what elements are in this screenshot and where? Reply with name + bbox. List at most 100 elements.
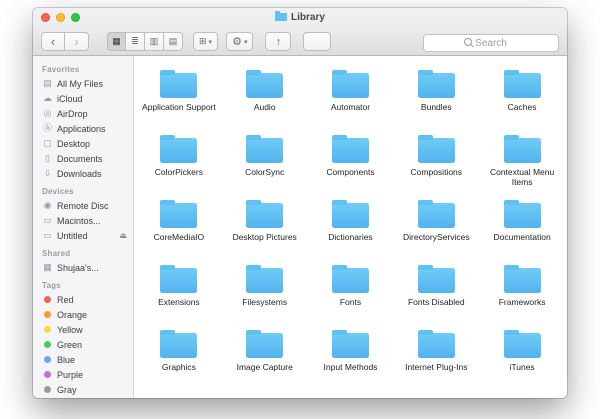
folder-item-fonts-disabled[interactable]: Fonts Disabled: [393, 257, 479, 322]
sidebar-item-blue[interactable]: Blue: [33, 352, 133, 367]
folder-icon: [160, 135, 198, 163]
sidebar-item-yellow[interactable]: Yellow: [33, 322, 133, 337]
coverflow-view-button[interactable]: ▤: [164, 32, 183, 51]
sidebar-item-label: Applications: [57, 123, 106, 134]
chevron-down-icon: ▾: [243, 38, 248, 46]
applications-icon: Ⓐ: [42, 123, 52, 133]
window-title: Library: [291, 12, 325, 23]
sidebar-item-remote-disc[interactable]: ◉ Remote Disc: [33, 198, 133, 213]
sidebar-item-airdrop[interactable]: ◎ AirDrop: [33, 106, 133, 121]
folder-icon: [503, 70, 541, 98]
forward-icon: ›: [74, 34, 79, 49]
sidebar-section-title: Tags: [42, 281, 61, 290]
sidebar-item-label: Downloads: [57, 168, 102, 179]
folder-item-components[interactable]: Components: [308, 127, 394, 192]
documents-icon: ▯: [45, 153, 50, 163]
folder-icon: [160, 330, 198, 358]
folder-item-coremediaio[interactable]: CoreMediaIO: [136, 192, 222, 257]
sidebar-item-icloud[interactable]: ☁ iCloud: [33, 91, 133, 106]
sidebar-section: Devices ◉ Remote Disc ▭ Macintos... ▭ Untitled…: [33, 181, 133, 243]
folder-item-bundles[interactable]: Bundles: [393, 62, 479, 127]
sidebar-item-red[interactable]: Red: [33, 292, 133, 307]
arrange-icon: ⊞: [199, 36, 207, 46]
title-bar[interactable]: Library: [33, 8, 567, 28]
folder-item-automator[interactable]: Automator: [308, 62, 394, 127]
list-view-button[interactable]: ≣: [126, 32, 145, 51]
folder-item-desktop-pictures[interactable]: Desktop Pictures: [222, 192, 308, 257]
sidebar-item-documents[interactable]: ▯ Documents: [33, 151, 133, 166]
folder-item-compositions[interactable]: Compositions: [393, 127, 479, 192]
sidebar-item-gray[interactable]: Gray: [33, 382, 133, 397]
sidebar: Favorites ▤ All My Files ☁ iCloud ◎ AirDrop Ⓐ Ap…: [33, 56, 134, 398]
folder-label: Automator: [330, 102, 371, 112]
sidebar-item-desktop[interactable]: ▢ Desktop: [33, 136, 133, 151]
folder-item-application-support[interactable]: Application Support: [136, 62, 222, 127]
back-button[interactable]: ‹: [41, 32, 65, 51]
folder-icon: [331, 330, 369, 358]
sidebar-section-title: Favorites: [42, 65, 80, 74]
folder-label: ColorPickers: [154, 167, 203, 177]
sidebar-item-downloads[interactable]: ⇩ Downloads: [33, 166, 133, 181]
action-button[interactable]: ⚙ ▾: [226, 32, 254, 51]
sidebar-item-all-my-files[interactable]: ▤ All My Files: [33, 76, 133, 91]
column-view-button[interactable]: ▥: [145, 32, 164, 51]
folder-item-contextual-menu-items[interactable]: Contextual Menu Items: [479, 127, 565, 192]
sidebar-item-untitled[interactable]: ▭ Untitled ⏏: [33, 228, 133, 243]
share-button[interactable]: ↑: [265, 32, 292, 51]
sidebar-item-label: Yellow: [57, 324, 83, 335]
folder-item-input-methods[interactable]: Input Methods: [308, 322, 394, 387]
folder-label: iTunes: [509, 362, 535, 372]
eject-icon[interactable]: ⏏: [119, 231, 133, 240]
folder-icon: [246, 135, 284, 163]
tag-dot-icon: [44, 326, 51, 333]
search-input[interactable]: [423, 34, 559, 52]
folder-item-audio[interactable]: Audio: [222, 62, 308, 127]
icon-view-button[interactable]: ▦: [107, 32, 126, 51]
folder-item-graphics[interactable]: Graphics: [136, 322, 222, 387]
tag-dot-icon: [44, 356, 51, 363]
sidebar-item-orange[interactable]: Orange: [33, 307, 133, 322]
folder-label: Image Capture: [236, 362, 293, 372]
folder-item-caches[interactable]: Caches: [479, 62, 565, 127]
minimize-button[interactable]: [56, 13, 65, 22]
folder-item-extensions[interactable]: Extensions: [136, 257, 222, 322]
folder-label: Dictionaries: [328, 232, 373, 242]
sidebar-item-label: iCloud: [57, 93, 83, 104]
folder-icon: [246, 330, 284, 358]
close-button[interactable]: [41, 13, 50, 22]
sidebar-item-shujaa-s[interactable]: ▦ Shujaa's...: [33, 260, 133, 275]
airdrop-icon: ◎: [43, 108, 52, 118]
folder-item-itunes[interactable]: iTunes: [479, 322, 565, 387]
sidebar-item-applications[interactable]: Ⓐ Applications: [33, 121, 133, 136]
folder-label: Fonts Disabled: [407, 297, 465, 307]
folder-label: Components: [326, 167, 375, 177]
sidebar-section: Shared ▦ Shujaa's...: [33, 243, 133, 275]
sidebar-section: Tags Red Orange Yellow Green Blue Purple Gray: [33, 275, 133, 397]
folder-item-colorpickers[interactable]: ColorPickers: [136, 127, 222, 192]
sidebar-item-purple[interactable]: Purple: [33, 367, 133, 382]
coverflow-view-icon: ▤: [168, 36, 178, 46]
tag-dot-icon: [44, 386, 51, 393]
folder-item-dictionaries[interactable]: Dictionaries: [308, 192, 394, 257]
folder-item-frameworks[interactable]: Frameworks: [479, 257, 565, 322]
folder-item-internet-plug-ins[interactable]: Internet Plug-Ins: [393, 322, 479, 387]
folder-icon: [160, 265, 198, 293]
all-my-files-icon: ▤: [43, 78, 52, 88]
folder-item-image-capture[interactable]: Image Capture: [222, 322, 308, 387]
folder-icon: [246, 265, 284, 293]
sidebar-item-macintos[interactable]: ▭ Macintos...: [33, 213, 133, 228]
sidebar-item-green[interactable]: Green: [33, 337, 133, 352]
folder-item-filesystems[interactable]: Filesystems: [222, 257, 308, 322]
folder-item-directoryservices[interactable]: DirectoryServices: [393, 192, 479, 257]
folder-item-fonts[interactable]: Fonts: [308, 257, 394, 322]
folder-label: Documentation: [493, 232, 551, 242]
folder-item-colorsync[interactable]: ColorSync: [222, 127, 308, 192]
desktop-icon: ▢: [43, 138, 52, 148]
zoom-button[interactable]: [71, 13, 80, 22]
folder-label: Filesystems: [242, 297, 288, 307]
forward-button[interactable]: ›: [65, 32, 89, 51]
tags-button[interactable]: [303, 32, 332, 51]
folder-label: Contextual Menu Items: [489, 167, 555, 188]
arrange-button[interactable]: ⊞ ▾: [193, 32, 219, 51]
folder-item-documentation[interactable]: Documentation: [479, 192, 565, 257]
